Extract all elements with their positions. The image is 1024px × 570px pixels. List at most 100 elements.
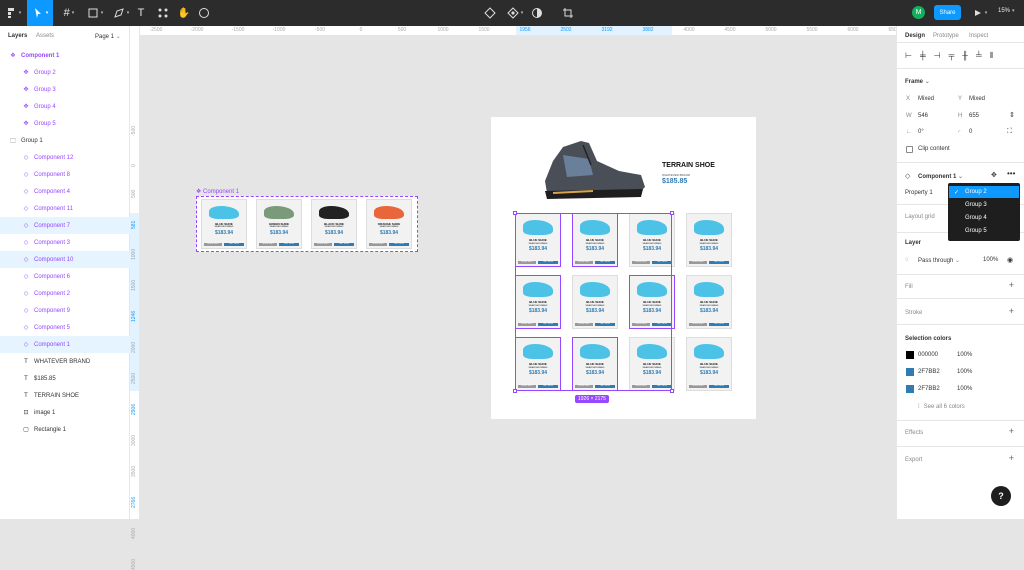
more-info-button[interactable]: MORE INFO: [203, 243, 223, 247]
layer-row[interactable]: ◇ Component 12: [0, 149, 130, 166]
more-info-button[interactable]: MORE INFO: [368, 243, 388, 247]
layer-row[interactable]: ◇ Component 11: [0, 200, 130, 217]
component-name[interactable]: Component 1 ⌄: [918, 173, 963, 180]
layer-row[interactable]: ✥ Group 4: [0, 98, 130, 115]
layer-row[interactable]: ⬚ Group 1: [0, 132, 130, 149]
buy-now-button[interactable]: BUY NOW: [709, 322, 730, 326]
frame-section-title[interactable]: Frame ⌄: [905, 78, 930, 85]
buy-now-button[interactable]: BUY NOW: [334, 243, 355, 247]
independent-corners-icon[interactable]: ⛶: [1007, 128, 1012, 136]
layer-row[interactable]: T TERRAIN SHOE: [0, 387, 130, 404]
product-card[interactable]: BLUE SHOE WHATEVER BRAND $183.94 MORE INFO B…: [201, 199, 247, 249]
component-tool-icon[interactable]: [477, 0, 503, 26]
layer-row[interactable]: ◇ Component 10: [0, 251, 130, 268]
main-menu-icon[interactable]: ▾: [0, 0, 26, 26]
layer-row[interactable]: T WHATEVER BRAND: [0, 353, 130, 370]
resize-handle[interactable]: [670, 211, 674, 215]
layer-row[interactable]: ◇ Component 5: [0, 319, 130, 336]
variant-option[interactable]: Group 4: [949, 212, 1019, 224]
layer-row[interactable]: ◇ Component 1: [0, 336, 130, 353]
layer-row[interactable]: T $185.85: [0, 370, 130, 387]
more-info-button[interactable]: MORE INFO: [688, 322, 708, 326]
color-swatch[interactable]: [906, 368, 914, 376]
layer-row[interactable]: ◇ Component 3: [0, 234, 130, 251]
buy-now-button[interactable]: BUY NOW: [224, 243, 245, 247]
layer-row[interactable]: ◇ Component 6: [0, 268, 130, 285]
tab-design[interactable]: Design: [905, 33, 925, 39]
frame-tool-icon[interactable]: # ▾: [56, 0, 82, 26]
product-card[interactable]: ORANGE SHOE WHATEVER BRAND $183.94 MORE INF…: [366, 199, 412, 249]
more-info-button[interactable]: MORE INFO: [258, 243, 278, 247]
more-info-button[interactable]: MORE INFO: [688, 384, 708, 388]
layer-row[interactable]: ◇ Component 8: [0, 166, 130, 183]
layer-row[interactable]: ⊡ image 1: [0, 404, 130, 421]
visibility-eye-icon[interactable]: ◉: [1007, 256, 1013, 264]
add-fill-icon[interactable]: +: [1009, 280, 1014, 290]
y-field[interactable]: Mixed: [969, 96, 985, 102]
help-button[interactable]: ?: [991, 486, 1011, 506]
shape-tool-icon[interactable]: ▾: [82, 0, 108, 26]
component-set-frame[interactable]: BLUE SHOE WHATEVER BRAND $183.94 MORE INFO B…: [196, 196, 418, 252]
layout-grid-title[interactable]: Layout grid: [905, 214, 935, 220]
layer-row[interactable]: ▢ Rectangle 1: [0, 421, 130, 438]
layer-opacity[interactable]: 100%: [983, 257, 998, 263]
add-effect-icon[interactable]: +: [1009, 426, 1014, 436]
blend-mode-select[interactable]: Pass through ⌄: [918, 257, 960, 264]
layer-row[interactable]: ◇ Component 9: [0, 302, 130, 319]
product-card[interactable]: BLACK SHOE WHATEVER BRAND $183.94 MORE INFO…: [311, 199, 357, 249]
contrast-icon[interactable]: [524, 0, 550, 26]
component-set-label[interactable]: ❖ Component 1: [196, 188, 239, 195]
tab-assets[interactable]: Assets: [36, 33, 54, 39]
color-hex[interactable]: 000000: [918, 352, 938, 358]
color-opacity[interactable]: 100%: [957, 386, 972, 392]
h-field[interactable]: 655: [969, 113, 979, 119]
corner-radius-field[interactable]: 0: [969, 129, 972, 135]
go-to-main-component-icon[interactable]: ✥: [991, 171, 997, 179]
color-hex[interactable]: 2F7BB2: [918, 369, 940, 375]
crop-icon[interactable]: [555, 0, 581, 26]
product-card[interactable]: GREEN SHOE WHATEVER BRAND $183.94 MORE INFO…: [256, 199, 302, 249]
color-opacity[interactable]: 100%: [957, 352, 972, 358]
move-tool-icon[interactable]: ▾: [27, 0, 53, 26]
clip-content-checkbox[interactable]: [906, 146, 913, 153]
resize-handle[interactable]: [513, 211, 517, 215]
add-export-icon[interactable]: +: [1009, 453, 1014, 463]
color-swatch[interactable]: [906, 351, 914, 359]
present-icon[interactable]: ▾: [966, 0, 992, 26]
align-icons[interactable]: ⊢╪⊣╤╫╧⫴: [905, 51, 1001, 61]
tab-inspect[interactable]: Inspect: [969, 33, 988, 39]
more-options-icon[interactable]: •••: [1007, 169, 1015, 178]
layer-row[interactable]: ✥ Group 2: [0, 64, 130, 81]
resize-handle[interactable]: [670, 389, 674, 393]
avatar[interactable]: M: [912, 6, 925, 19]
layer-row[interactable]: ❖ Component 1: [0, 47, 130, 64]
more-info-button[interactable]: MORE INFO: [688, 260, 708, 264]
add-stroke-icon[interactable]: +: [1009, 306, 1014, 316]
product-card[interactable]: BLUE SHOE WHATEVER BRAND $183.94 MORE INFO B…: [686, 337, 732, 391]
product-card[interactable]: BLUE SHOE WHATEVER BRAND $183.94 MORE INFO B…: [686, 213, 732, 267]
comment-tool-icon[interactable]: [191, 0, 217, 26]
product-card[interactable]: BLUE SHOE WHATEVER BRAND $183.94 MORE INFO B…: [686, 275, 732, 329]
share-button[interactable]: Share: [934, 5, 961, 20]
layer-row[interactable]: ✥ Group 3: [0, 81, 130, 98]
buy-now-button[interactable]: BUY NOW: [389, 243, 410, 247]
rotation-field[interactable]: 0°: [918, 129, 924, 135]
variant-option[interactable]: Group 3: [949, 199, 1019, 211]
layer-row[interactable]: ◇ Component 2: [0, 285, 130, 302]
color-swatch[interactable]: [906, 385, 914, 393]
x-field[interactable]: Mixed: [918, 96, 934, 102]
buy-now-button[interactable]: BUY NOW: [709, 260, 730, 264]
color-hex[interactable]: 2F7BB2: [918, 386, 940, 392]
more-info-button[interactable]: MORE INFO: [313, 243, 333, 247]
layer-row[interactable]: ◇ Component 4: [0, 183, 130, 200]
tab-prototype[interactable]: Prototype: [933, 33, 959, 39]
tab-layers[interactable]: Layers: [8, 33, 27, 39]
layer-row[interactable]: ◇ Component 7: [0, 217, 130, 234]
variant-option[interactable]: ✓ Group 2: [949, 186, 1019, 198]
resize-handle[interactable]: [513, 389, 517, 393]
layer-row[interactable]: ✥ Group 5: [0, 115, 130, 132]
constrain-proportions-icon[interactable]: ⇕: [1009, 111, 1015, 119]
color-opacity[interactable]: 100%: [957, 369, 972, 375]
page-selector[interactable]: Page 1 ⌄: [95, 33, 121, 40]
variant-option[interactable]: Group 5: [949, 225, 1019, 237]
